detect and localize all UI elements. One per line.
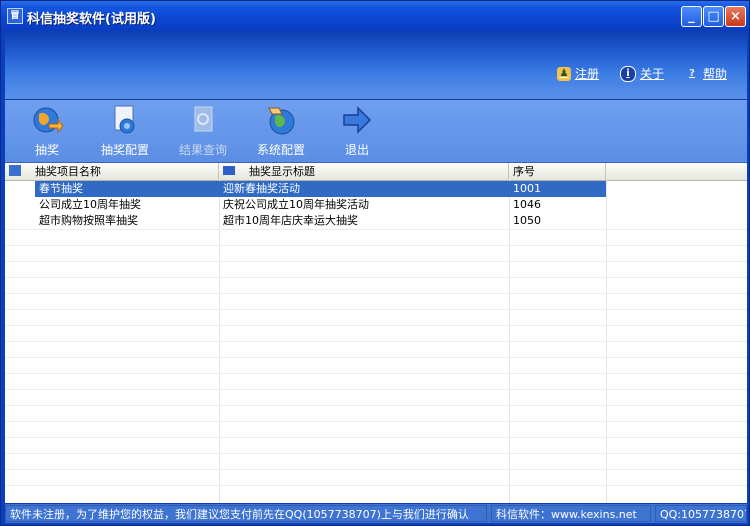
draw-config-button[interactable]: 抽奖配置 [93, 104, 157, 158]
draw-label: 抽奖 [34, 143, 59, 157]
grid-line [5, 405, 747, 406]
grid-line [5, 389, 747, 390]
exit-label: 退出 [344, 143, 369, 157]
column-name-label: 抽奖项目名称 [35, 165, 101, 178]
app-window: 冒 科信抽奖软件(试用版) _ □ × ♟ 注册 i 关于 ? 帮助 抽奖 抽奖… [0, 0, 750, 526]
search-doc-icon [194, 106, 213, 132]
info-icon: i [620, 65, 636, 82]
grid-line [5, 373, 747, 374]
grid-line [5, 277, 747, 278]
row-name: 春节抽奖 [35, 181, 219, 197]
row-title: 超市10周年店庆幸运大抽奖 [223, 214, 358, 227]
close-button[interactable]: × [725, 6, 746, 27]
row-seq: 1050 [513, 214, 541, 227]
table-row[interactable]: 春节抽奖 迎新春抽奖活动 1001 [5, 181, 747, 197]
about-link[interactable]: i 关于 [620, 65, 664, 82]
minimize-button[interactable]: _ [681, 6, 702, 27]
system-config-label: 系统配置 [256, 143, 305, 157]
grid-line [5, 437, 747, 438]
draw-item-list[interactable]: 抽奖项目名称 抽奖显示标题 序号 春节抽奖 迎新春抽奖活动 1001 公司成立1… [5, 163, 747, 503]
column-seq-label: 序号 [513, 165, 535, 178]
result-query-button[interactable]: 结果查询 [171, 104, 235, 158]
column-header-title[interactable]: 抽奖显示标题 [219, 163, 509, 180]
grid-line [5, 341, 747, 342]
row-title: 庆祝公司成立10周年抽奖活动 [223, 198, 369, 211]
grid-line [5, 485, 747, 486]
globe-arrow-icon [33, 107, 64, 134]
grid-line [5, 469, 747, 470]
exit-button[interactable]: 退出 [325, 104, 389, 158]
about-label: 关于 [640, 67, 665, 81]
row-seq: 1046 [513, 198, 541, 211]
register-link[interactable]: ♟ 注册 [557, 65, 599, 82]
users-icon [9, 165, 21, 176]
list-header: 抽奖项目名称 抽奖显示标题 序号 [5, 163, 747, 181]
users-icon: ♟ [557, 66, 571, 81]
column-title-label: 抽奖显示标题 [249, 165, 315, 178]
help-icon: ? [689, 67, 695, 79]
grid-line [5, 453, 747, 454]
grid-line [5, 325, 747, 326]
help-label: 帮助 [703, 67, 728, 81]
grid-line [5, 309, 747, 310]
result-query-label: 结果查询 [178, 143, 227, 157]
register-label: 注册 [575, 67, 600, 81]
row-title: 迎新春抽奖活动 [219, 181, 509, 197]
title-bar[interactable]: 冒 科信抽奖软件(试用版) _ □ × [1, 1, 749, 31]
grid-line [5, 261, 747, 262]
toolbar: 抽奖 抽奖配置 结果查询 系统配置 退出 [5, 100, 747, 163]
grid-line [5, 229, 747, 230]
folder-icon [223, 166, 235, 175]
status-message: 软件未注册，为了维护您的权益，我们建议您支付前先在QQ(1057738707)上… [5, 505, 487, 522]
row-seq: 1001 [509, 181, 606, 197]
row-name: 公司成立10周年抽奖 [39, 198, 141, 211]
globe-hand-icon [268, 107, 295, 135]
table-row[interactable]: 公司成立10周年抽奖 庆祝公司成立10周年抽奖活动 1046 [5, 197, 747, 213]
column-header-seq[interactable]: 序号 [509, 163, 606, 180]
exit-arrow-icon [343, 106, 372, 134]
app-icon[interactable]: 冒 [7, 8, 23, 24]
grid-line [5, 357, 747, 358]
status-website: 科信软件：www.kexins.net [491, 505, 651, 522]
grid-line [5, 245, 747, 246]
draw-config-label: 抽奖配置 [100, 143, 149, 157]
status-bar: 软件未注册，为了维护您的权益，我们建议您支付前先在QQ(1057738707)上… [5, 504, 747, 523]
status-qq: QQ:1057738707 [655, 505, 747, 522]
column-header-name[interactable]: 抽奖项目名称 [5, 163, 219, 180]
row-name: 超市购物按照率抽奖 [39, 214, 138, 227]
config-doc-icon [114, 105, 135, 134]
window-title: 科信抽奖软件(试用版) [27, 12, 156, 27]
grid-line [5, 421, 747, 422]
table-row[interactable]: 超市购物按照率抽奖 超市10周年店庆幸运大抽奖 1050 [5, 213, 747, 229]
draw-button[interactable]: 抽奖 [15, 104, 79, 158]
grid-line [5, 293, 747, 294]
maximize-button[interactable]: □ [703, 6, 724, 27]
help-link[interactable]: ? 帮助 [685, 65, 727, 82]
header-banner: ♟ 注册 i 关于 ? 帮助 [5, 31, 747, 100]
system-config-button[interactable]: 系统配置 [249, 104, 313, 158]
